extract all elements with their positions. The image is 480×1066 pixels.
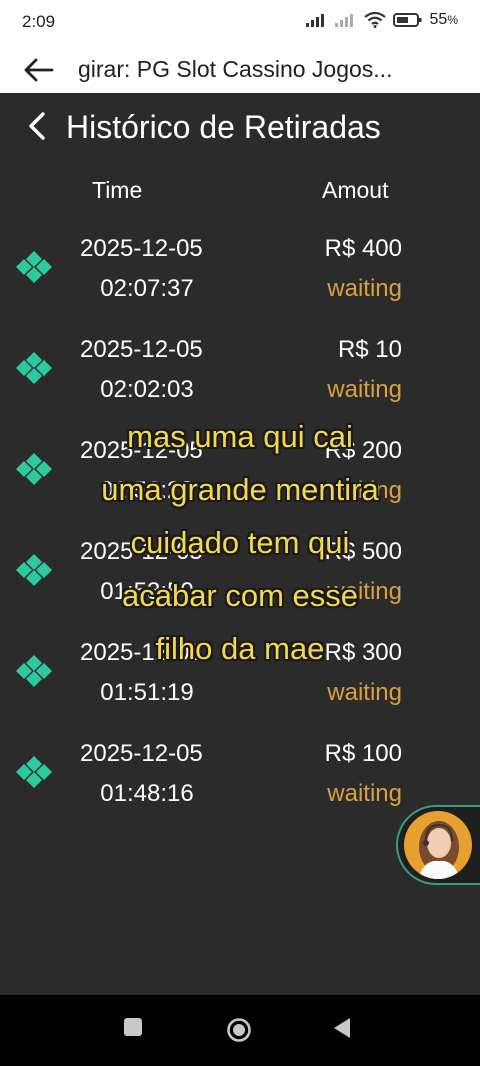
page-header: Histórico de Retiradas [0, 93, 480, 163]
battery-percent: 55% [429, 11, 458, 28]
subtitle-line: filho da mae [155, 631, 325, 666]
row-amount: R$ 400 [324, 235, 402, 262]
recents-icon[interactable] [123, 1017, 143, 1037]
row-status: waiting [327, 275, 402, 302]
subtitle-line: uma grande mentira [101, 472, 379, 507]
subtitle-line: acabar com esse [121, 578, 359, 613]
row-amount: R$ 10 [337, 336, 402, 363]
status-bar: 2:09 55% [0, 0, 480, 46]
row-status: waiting [327, 780, 402, 807]
column-header-time: Time [92, 177, 143, 203]
row-date: 2025-12-05 [80, 336, 203, 363]
app-title: girar: PG Slot Cassino Jogos... [78, 56, 393, 82]
withdrawal-row: 2025-12-05 02:07:37 R$ 400 waiting [0, 235, 480, 335]
signal-muted-icon [334, 14, 353, 27]
status-time: 2:09 [22, 12, 56, 31]
signal-icon [305, 14, 324, 27]
row-amount: R$ 100 [324, 740, 402, 767]
support-agent-avatar [404, 811, 472, 879]
support-chat-button[interactable] [396, 805, 480, 885]
row-time: 02:02:03 [100, 376, 194, 403]
subtitle-line: cuidado tem qui [130, 525, 350, 560]
system-nav-bar [0, 995, 480, 1066]
status-icons: 55% [305, 11, 458, 29]
page-title: Histórico de Retiradas [66, 109, 381, 145]
wifi-icon [363, 12, 386, 28]
row-time: 01:51:19 [100, 679, 194, 706]
column-header-amount: Amout [322, 177, 389, 203]
home-icon[interactable] [226, 1017, 252, 1043]
subtitle-line: mas uma qui cai [127, 419, 353, 454]
row-time: 02:07:37 [100, 275, 194, 302]
row-status: waiting [327, 679, 402, 706]
app-bar: girar: PG Slot Cassino Jogos... [0, 46, 480, 93]
row-date: 2025-12-05 [80, 235, 203, 262]
row-time: 01:48:16 [100, 780, 194, 807]
back-icon[interactable] [332, 1017, 352, 1039]
subtitle-overlay: mas uma qui cai uma grande mentira cuida… [0, 410, 480, 675]
row-status: waiting [327, 376, 402, 403]
chevron-left-icon[interactable] [22, 109, 52, 143]
back-arrow-icon[interactable] [20, 52, 56, 88]
battery-icon [392, 13, 422, 27]
row-date: 2025-12-05 [80, 740, 203, 767]
